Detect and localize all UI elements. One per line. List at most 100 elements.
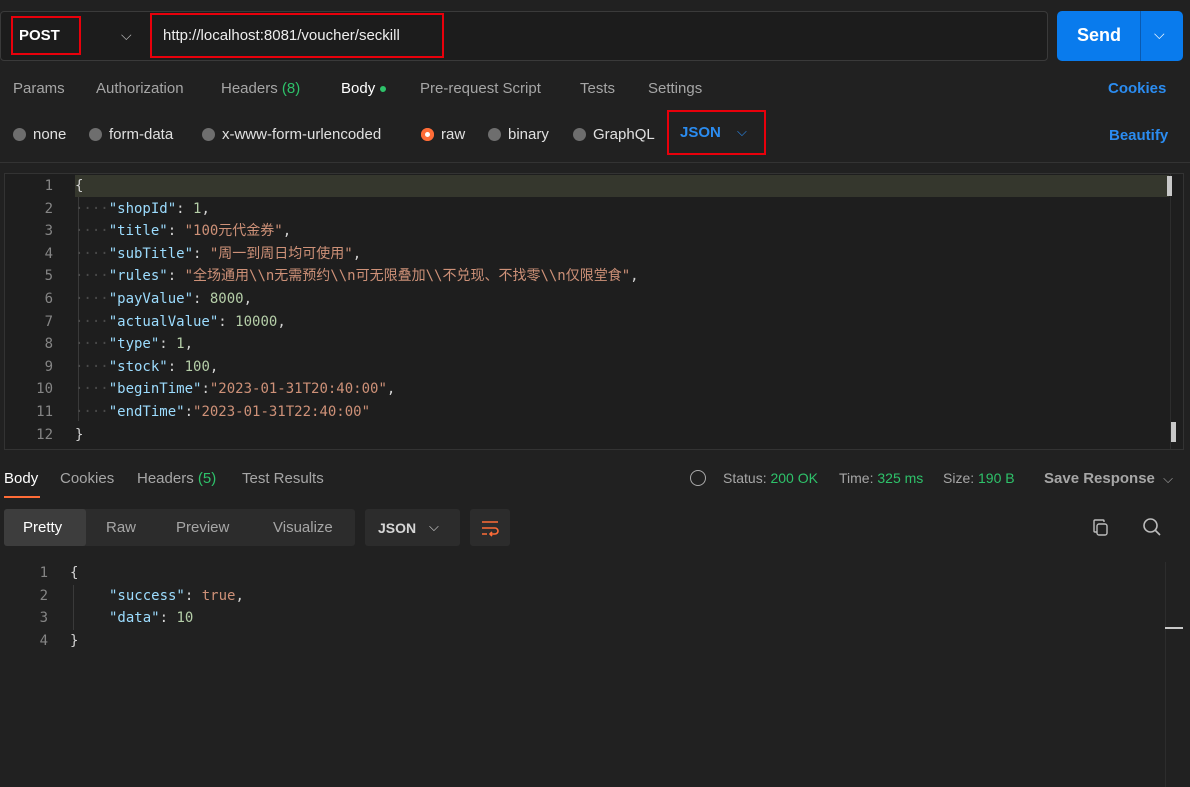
body-type-row: none form-data x-www-form-urlencoded raw… (0, 110, 1190, 155)
radio-binary[interactable]: binary (488, 126, 549, 143)
line-number: 4 (39, 632, 48, 649)
line-number: 8 (44, 336, 53, 353)
chevron-down-icon[interactable]: ⌵ (121, 27, 132, 44)
format-select[interactable]: JSON ⌵ (667, 110, 766, 155)
whitespace-marker: ···· (75, 223, 109, 240)
size: Size: 190 B (943, 470, 1015, 486)
tab-headers[interactable]: Headers (8) (221, 80, 300, 97)
request-bar: POST ⌵ http://localhost:8081/voucher/sec… (0, 11, 1048, 61)
copy-icon[interactable] (1093, 519, 1108, 536)
radio-circle-icon (488, 128, 501, 141)
resp-tab-headers[interactable]: Headers (5) (137, 470, 216, 487)
resp-tab-headers-label: Headers (137, 470, 194, 487)
line-number: 1 (44, 178, 53, 194)
resp-tab-cookies[interactable]: Cookies (60, 470, 114, 487)
json-value: true (201, 587, 236, 604)
search-icon[interactable] (1142, 517, 1162, 537)
code-text: ····"subTitle": "周一到周日均可使用", (75, 245, 362, 262)
line-number: 11 (36, 403, 53, 420)
view-raw[interactable]: Raw (106, 519, 136, 536)
json-key: "payValue" (108, 290, 194, 307)
close-brace: } (75, 426, 84, 443)
radio-raw[interactable]: raw (421, 126, 465, 143)
whitespace-marker: ···· (75, 336, 109, 353)
radio-circle-icon (573, 128, 586, 141)
whitespace-marker: ···· (75, 200, 109, 217)
response-body[interactable]: 1{ 2 "success": true, 3 "data": 10 4} (0, 562, 1190, 652)
beautify-link[interactable]: Beautify (1109, 127, 1168, 144)
save-response-label: Save Response (1044, 470, 1155, 487)
json-key: "success" (109, 587, 185, 604)
chevron-down-icon: ⌵ (429, 519, 439, 534)
format-label: JSON (680, 124, 721, 141)
json-value: 1 (193, 200, 202, 217)
radio-urlencoded[interactable]: x-www-form-urlencoded (202, 126, 381, 143)
tab-tests[interactable]: Tests (580, 80, 615, 97)
tab-settings[interactable]: Settings (648, 80, 702, 97)
code-line: 2 "success": true, (0, 585, 1190, 608)
line-number: 6 (44, 290, 53, 307)
json-value: 10000 (235, 313, 278, 330)
tab-authorization[interactable]: Authorization (96, 80, 184, 97)
whitespace-marker: ···· (75, 381, 109, 398)
wrap-lines-icon (482, 521, 499, 537)
chevron-down-icon[interactable]: ⌵ (1154, 26, 1165, 43)
radio-none[interactable]: none (13, 126, 66, 143)
size-label: Size: (943, 470, 975, 486)
response-scrollbar[interactable] (1165, 562, 1166, 787)
time-label: Time: (839, 470, 874, 486)
radio-graphql[interactable]: GraphQL (573, 126, 655, 143)
line-number: 5 (44, 268, 53, 285)
method-select[interactable]: POST (11, 16, 81, 55)
resp-tab-body[interactable]: Body (4, 470, 38, 487)
chevron-down-icon: ⌵ (737, 124, 747, 139)
json-key: "subTitle" (108, 245, 194, 262)
whitespace-marker: ···· (75, 245, 109, 262)
tab-body[interactable]: Body (341, 80, 387, 97)
view-pretty[interactable]: Pretty (23, 519, 62, 536)
chevron-down-icon: ⌵ (1163, 471, 1173, 486)
tab-pre-request-script[interactable]: Pre-request Script (420, 80, 541, 97)
send-divider (1140, 11, 1141, 61)
json-value: "全场通用\\n无需预约\\n可无限叠加\\不兑现、不找零\\n仅限堂食" (184, 268, 631, 285)
radio-graphql-label: GraphQL (593, 126, 655, 143)
resp-tab-test-results[interactable]: Test Results (242, 470, 324, 487)
code-text: ····"title": "100元代金券", (75, 223, 292, 240)
close-brace: } (70, 632, 79, 649)
code-text: ····"stock": 100, (75, 358, 219, 375)
tab-headers-label: Headers (221, 80, 278, 97)
request-body-editor[interactable]: 1 {2 ····"shopId": 1, 3 ····"title": "100元代金… (4, 173, 1184, 450)
size-value: 190 B (978, 470, 1015, 486)
json-value: 100 (184, 358, 210, 375)
response-scrollbar-thumb[interactable] (1165, 627, 1183, 629)
radio-form-data[interactable]: form-data (89, 126, 173, 143)
line-number: 7 (44, 313, 53, 330)
status-label: Status: (723, 470, 767, 486)
json-value: "2023-01-31T22:40:00" (193, 403, 371, 420)
save-response-button[interactable]: Save Response ⌵ (1044, 470, 1173, 487)
whitespace-marker: ···· (75, 290, 109, 307)
globe-icon[interactable] (690, 470, 706, 486)
url-input[interactable]: http://localhost:8081/voucher/seckill (150, 13, 444, 58)
send-button[interactable]: Send ⌵ (1057, 11, 1183, 61)
modified-dot-icon (380, 86, 387, 93)
scrollbar-thumb-bottom[interactable] (1171, 422, 1176, 442)
cookies-link[interactable]: Cookies (1108, 80, 1166, 97)
line-number: 1 (39, 565, 48, 581)
line-number: 3 (44, 223, 53, 240)
scrollbar-thumb-top[interactable] (1167, 176, 1172, 196)
json-key: "actualValue" (108, 313, 219, 330)
open-brace: { (70, 565, 79, 581)
tab-params[interactable]: Params (13, 80, 65, 97)
json-key: "beginTime" (108, 381, 202, 398)
view-preview[interactable]: Preview (176, 519, 229, 536)
code-text: ····"actualValue": 10000, (75, 313, 286, 330)
wrap-lines-button[interactable] (470, 509, 510, 546)
code-text: ····"endTime":"2023-01-31T22:40:00" (75, 403, 371, 420)
view-visualize[interactable]: Visualize (273, 519, 333, 536)
method-label: POST (19, 27, 60, 44)
response-format-select[interactable]: JSON ⌵ (365, 509, 460, 546)
json-value: "2023-01-31T20:40:00" (209, 381, 387, 398)
code-text: { (75, 175, 83, 198)
editor-scrollbar[interactable] (1170, 174, 1171, 449)
